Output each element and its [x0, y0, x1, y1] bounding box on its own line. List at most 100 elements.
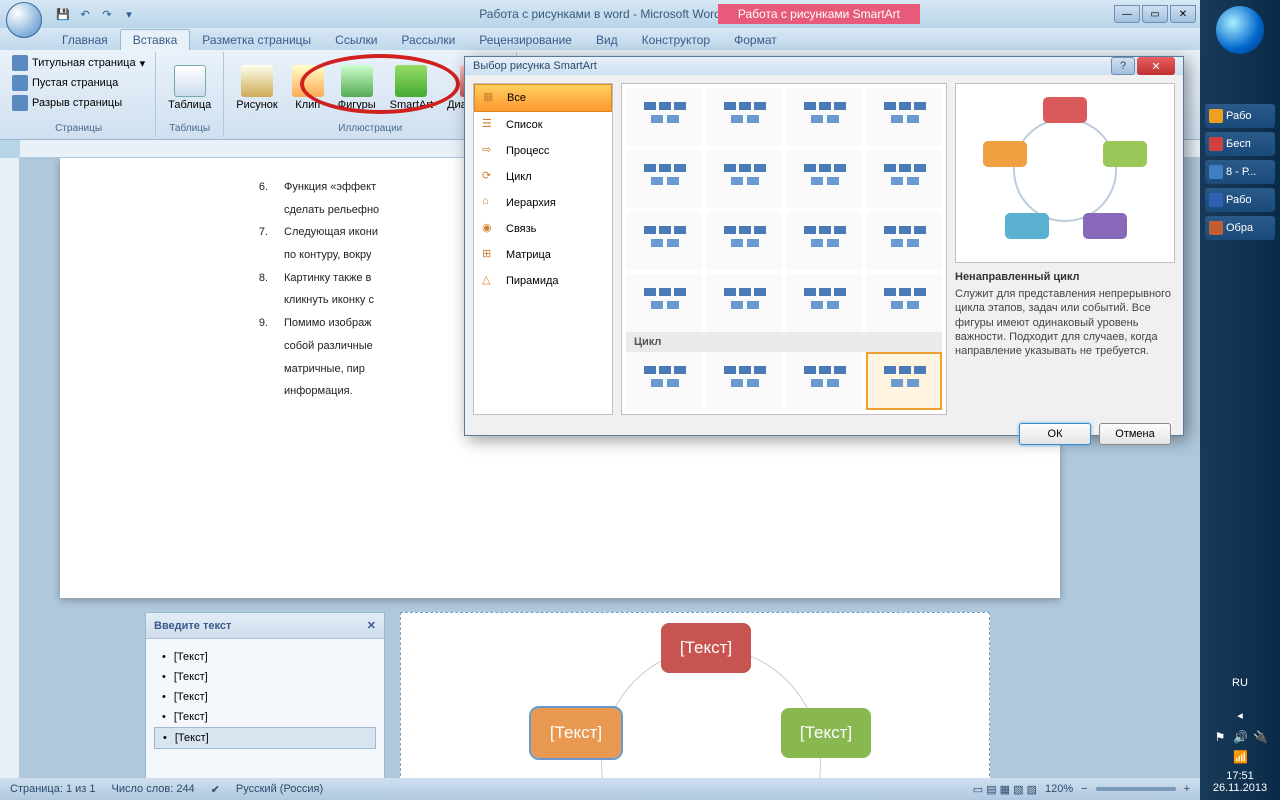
close-button[interactable]: ✕: [1170, 5, 1196, 23]
gallery-thumbnail[interactable]: [786, 88, 862, 146]
status-language[interactable]: Русский (Россия): [236, 783, 323, 795]
tab-home[interactable]: Главная: [50, 30, 120, 50]
gallery-thumbnail[interactable]: [786, 352, 862, 410]
smartart-canvas[interactable]: [Текст] [Текст] [Текст] [Текст] [Текст]: [400, 612, 990, 778]
maximize-button[interactable]: ▭: [1142, 5, 1168, 23]
tray-language[interactable]: RU: [1206, 677, 1274, 689]
tray-expand-icon[interactable]: ◂: [1206, 709, 1274, 722]
gallery-thumbnail[interactable]: [866, 150, 942, 208]
minimize-button[interactable]: —: [1114, 5, 1140, 23]
tray-volume-icon[interactable]: 🔊: [1233, 730, 1247, 744]
tab-format[interactable]: Формат: [722, 30, 789, 50]
cycle-node-5[interactable]: [Текст]: [781, 708, 871, 758]
gallery-thumbnail[interactable]: [706, 352, 782, 410]
gallery-thumbnail[interactable]: [866, 88, 942, 146]
category-item[interactable]: ⟳Цикл: [474, 164, 612, 190]
gallery-thumbnail[interactable]: [866, 352, 942, 410]
tab-mailings[interactable]: Рассылки: [389, 30, 467, 50]
tray-date[interactable]: 26.11.2013: [1206, 782, 1274, 794]
category-item[interactable]: ⇨Процесс: [474, 138, 612, 164]
office-button[interactable]: [6, 2, 42, 38]
text-pane-item[interactable]: •[Текст]: [154, 687, 376, 707]
zoom-out-icon[interactable]: −: [1081, 783, 1087, 795]
taskbar-item[interactable]: Бесп: [1205, 132, 1275, 156]
status-spellcheck-icon[interactable]: ✔: [211, 783, 220, 796]
smartart-button[interactable]: SmartArt: [384, 63, 439, 113]
shapes-button[interactable]: Фигуры: [332, 63, 382, 113]
tab-review[interactable]: Рецензирование: [467, 30, 584, 50]
gallery-thumbnail[interactable]: [706, 274, 782, 332]
category-item[interactable]: ◉Связь: [474, 216, 612, 242]
text-pane-item[interactable]: •[Текст]: [154, 707, 376, 727]
layout-gallery[interactable]: Цикл: [621, 83, 947, 415]
zoom-in-icon[interactable]: +: [1184, 783, 1190, 795]
table-button[interactable]: Таблица: [162, 63, 217, 113]
text-pane-item[interactable]: •[Текст]: [154, 667, 376, 687]
zoom-slider[interactable]: [1096, 787, 1176, 791]
dialog-close-button[interactable]: ✕: [1137, 57, 1175, 75]
category-item[interactable]: ▦Все: [474, 84, 612, 112]
page-break-button[interactable]: Разрыв страницы: [8, 94, 126, 112]
gallery-thumbnail[interactable]: [706, 212, 782, 270]
cycle-node-2[interactable]: [Текст]: [531, 708, 621, 758]
text-pane-item[interactable]: •[Текст]: [154, 727, 376, 749]
gallery-thumbnail[interactable]: [786, 150, 862, 208]
start-button[interactable]: [1216, 6, 1264, 54]
category-item[interactable]: ☰Список: [474, 112, 612, 138]
picture-button[interactable]: Рисунок: [230, 63, 284, 113]
ok-button[interactable]: ОК: [1019, 423, 1091, 445]
taskbar-item[interactable]: Обра: [1205, 216, 1275, 240]
word-icon: [1209, 193, 1223, 207]
clip-button[interactable]: Клип: [286, 63, 330, 113]
taskbar-item[interactable]: 8 - Р...: [1205, 160, 1275, 184]
gallery-thumbnail[interactable]: [786, 274, 862, 332]
gallery-thumbnail[interactable]: [626, 150, 702, 208]
category-item[interactable]: △Пирамида: [474, 268, 612, 294]
tab-view[interactable]: Вид: [584, 30, 630, 50]
cycle-node-1[interactable]: [Текст]: [661, 623, 751, 673]
category-item[interactable]: ⊞Матрица: [474, 242, 612, 268]
tray-wifi-icon[interactable]: 📶: [1233, 750, 1247, 764]
tab-page-layout[interactable]: Разметка страницы: [190, 30, 323, 50]
group-label-tables: Таблицы: [162, 122, 217, 135]
status-words[interactable]: Число слов: 244: [112, 783, 195, 795]
smartart-icon: [395, 65, 427, 97]
tab-insert[interactable]: Вставка: [120, 29, 191, 50]
cancel-button[interactable]: Отмена: [1099, 423, 1171, 445]
category-icon: △: [482, 273, 498, 289]
gallery-thumbnail[interactable]: [786, 212, 862, 270]
tray-network-icon[interactable]: 🔌: [1253, 730, 1267, 744]
gallery-thumbnail[interactable]: [626, 88, 702, 146]
gallery-thumbnail[interactable]: [626, 212, 702, 270]
view-buttons[interactable]: ▭ ▤ ▦ ▧ ▨: [973, 783, 1037, 796]
dialog-titlebar[interactable]: Выбор рисунка SmartArt ? ✕: [465, 57, 1183, 75]
taskbar-item[interactable]: Рабо: [1205, 104, 1275, 128]
undo-icon[interactable]: ↶: [76, 5, 94, 23]
category-item[interactable]: ⌂Иерархия: [474, 190, 612, 216]
text-pane-item[interactable]: •[Текст]: [154, 647, 376, 667]
cover-page-button[interactable]: Титульная страница ▾: [8, 54, 149, 72]
preview-description: Служит для представления непрерывного ци…: [955, 287, 1175, 358]
group-label-pages: Страницы: [8, 122, 149, 135]
tray-flag-icon[interactable]: ⚑: [1213, 730, 1227, 744]
gallery-thumbnail[interactable]: [706, 88, 782, 146]
gallery-thumbnail[interactable]: [866, 274, 942, 332]
taskbar-item[interactable]: Рабо: [1205, 188, 1275, 212]
gallery-thumbnail[interactable]: [626, 274, 702, 332]
gallery-thumbnail[interactable]: [706, 150, 782, 208]
redo-icon[interactable]: ↷: [98, 5, 116, 23]
status-page[interactable]: Страница: 1 из 1: [10, 783, 96, 795]
browser-icon: [1209, 137, 1223, 151]
blank-page-button[interactable]: Пустая страница: [8, 74, 122, 92]
save-icon[interactable]: 💾: [54, 5, 72, 23]
tab-design[interactable]: Конструктор: [630, 30, 722, 50]
text-pane-close-icon[interactable]: ✕: [367, 619, 376, 632]
dialog-help-button[interactable]: ?: [1111, 57, 1135, 75]
gallery-thumbnail[interactable]: [626, 352, 702, 410]
vertical-ruler[interactable]: [0, 158, 20, 778]
zoom-level[interactable]: 120%: [1045, 783, 1073, 795]
gallery-thumbnail[interactable]: [866, 212, 942, 270]
qat-dropdown-icon[interactable]: ▾: [120, 5, 138, 23]
tray-time[interactable]: 17:51: [1206, 770, 1274, 782]
tab-references[interactable]: Ссылки: [323, 30, 389, 50]
